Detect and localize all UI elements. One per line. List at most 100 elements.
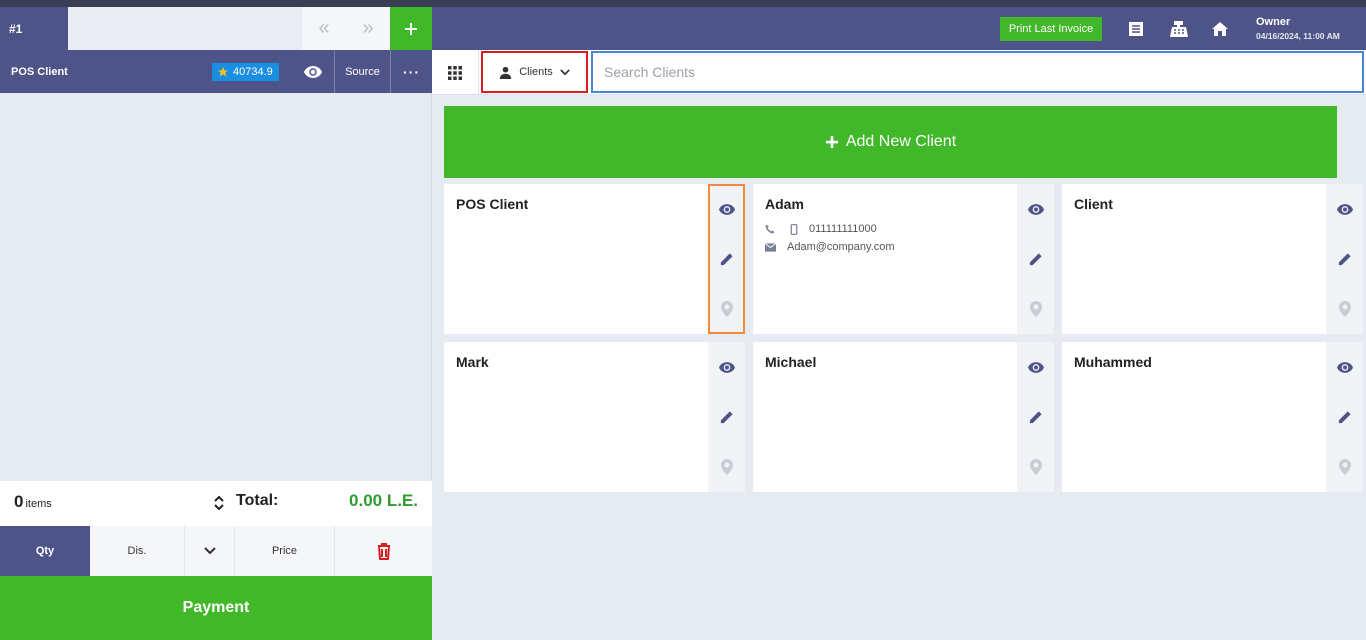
client-name: Adam — [765, 196, 804, 212]
plus-icon — [405, 22, 417, 35]
cart-actions: Qty Dis. Price — [0, 526, 432, 576]
client-email-line: Adam@company.com — [765, 238, 895, 256]
mail-icon — [765, 242, 776, 252]
view-client-button[interactable] — [1017, 354, 1054, 380]
cash-register-icon — [1170, 21, 1188, 37]
delete-button[interactable] — [335, 526, 432, 576]
client-location-button[interactable] — [1017, 296, 1054, 322]
payment-button[interactable]: Payment — [0, 576, 432, 640]
edit-client-button[interactable] — [1017, 246, 1054, 272]
client-location-button[interactable] — [708, 296, 745, 322]
pencil-icon — [1338, 410, 1351, 423]
cart-panel: #1 « » POS Client 40734.9 Source ··· 0 it… — [0, 7, 432, 640]
discount-dropdown-button[interactable] — [185, 526, 235, 576]
user-icon — [500, 66, 512, 79]
items-label: items — [25, 498, 52, 510]
search-type-select[interactable]: Clients — [481, 51, 588, 93]
invoices-button[interactable] — [1126, 19, 1146, 39]
invoice-icon — [1129, 22, 1143, 36]
location-icon — [720, 301, 733, 317]
pencil-icon — [1029, 410, 1042, 423]
location-icon — [1338, 459, 1351, 475]
grid-view-button[interactable] — [432, 50, 479, 95]
more-options-button[interactable]: ··· — [390, 50, 432, 93]
home-button[interactable] — [1210, 19, 1230, 39]
pencil-icon — [1029, 252, 1042, 265]
client-location-button[interactable] — [1017, 454, 1054, 480]
client-location-button[interactable] — [1326, 296, 1363, 322]
eye-icon — [1336, 361, 1353, 373]
grid-icon — [448, 65, 462, 80]
client-card[interactable]: Mark — [444, 342, 745, 492]
eye-icon — [304, 65, 322, 78]
client-card[interactable]: Michael — [753, 342, 1054, 492]
search-clients-input[interactable] — [591, 51, 1364, 93]
client-location-button[interactable] — [708, 454, 745, 480]
view-client-button[interactable] — [708, 196, 745, 222]
source-button[interactable]: Source — [334, 50, 390, 93]
edit-client-button[interactable] — [708, 404, 745, 430]
edit-client-button[interactable] — [1326, 246, 1363, 272]
invoice-tab[interactable]: #1 — [0, 7, 68, 50]
top-header: Print Last Invoice Owner 04/16/2024, 11:… — [432, 7, 1366, 50]
client-name: Client — [1074, 196, 1113, 212]
client-location-button[interactable] — [1326, 454, 1363, 480]
client-contact-info: 011111111000 Adam@company.com — [765, 220, 895, 256]
price-button[interactable]: Price — [235, 526, 335, 576]
chevrons-right-icon: » — [362, 17, 374, 39]
eye-icon — [718, 203, 735, 215]
next-tab-button[interactable]: » — [346, 7, 390, 50]
client-card[interactable]: Adam 011111111000 Adam@company.com — [753, 184, 1054, 334]
add-new-client-label: Add New Client — [845, 133, 957, 150]
phone-icon — [765, 224, 775, 234]
invoice-tab-bar: #1 « » — [0, 7, 432, 50]
location-icon — [1338, 301, 1351, 317]
top-strip — [0, 0, 1366, 7]
edit-client-button[interactable] — [708, 246, 745, 272]
total-value: 0.00 L.E. — [349, 491, 418, 510]
client-email: Adam@company.com — [787, 241, 895, 253]
add-tab-button[interactable] — [390, 7, 432, 50]
client-phone-line: 011111111000 — [765, 220, 895, 238]
client-card[interactable]: Client — [1062, 184, 1363, 334]
prev-tab-button[interactable]: « — [302, 7, 346, 50]
plus-icon — [825, 135, 838, 149]
client-card[interactable]: POS Client — [444, 184, 745, 334]
items-count: 0 items — [14, 492, 52, 512]
chevron-down-icon — [203, 547, 216, 555]
cart-totals: 0 items Total: 0.00 L.E. — [0, 481, 432, 526]
total-label: Total: — [236, 492, 279, 509]
client-card[interactable]: Muhammed — [1062, 342, 1363, 492]
client-card-actions — [708, 184, 745, 334]
pencil-icon — [720, 410, 733, 423]
eye-icon — [1027, 361, 1044, 373]
eye-icon — [718, 361, 735, 373]
cash-register-button[interactable] — [1169, 19, 1189, 39]
pencil-icon — [720, 252, 733, 265]
add-new-client-button[interactable]: Add New Client — [444, 106, 1337, 178]
client-points-badge: 40734.9 — [212, 63, 279, 81]
selected-client-name: POS Client — [11, 66, 68, 78]
chevron-down-icon — [560, 68, 570, 75]
client-phone: 011111111000 — [809, 223, 877, 235]
client-name: Muhammed — [1074, 354, 1152, 370]
client-name: POS Client — [456, 196, 529, 212]
location-icon — [1029, 459, 1042, 475]
print-last-invoice-button[interactable]: Print Last Invoice — [1000, 17, 1102, 41]
client-points: 40734.9 — [233, 66, 273, 78]
view-client-button[interactable] — [708, 354, 745, 380]
items-count-value: 0 — [14, 492, 24, 511]
edit-client-button[interactable] — [1017, 404, 1054, 430]
user-name: Owner — [1256, 16, 1291, 28]
view-client-button[interactable] — [1326, 196, 1363, 222]
chevrons-left-icon: « — [318, 17, 330, 39]
view-client-button[interactable] — [1017, 196, 1054, 222]
sort-icon[interactable] — [212, 493, 226, 513]
discount-button[interactable]: Dis. — [90, 526, 185, 576]
location-icon — [1029, 301, 1042, 317]
view-client-button[interactable] — [292, 50, 334, 93]
edit-client-button[interactable] — [1326, 404, 1363, 430]
home-icon — [1212, 22, 1228, 36]
view-client-button[interactable] — [1326, 354, 1363, 380]
qty-button[interactable]: Qty — [0, 526, 90, 576]
